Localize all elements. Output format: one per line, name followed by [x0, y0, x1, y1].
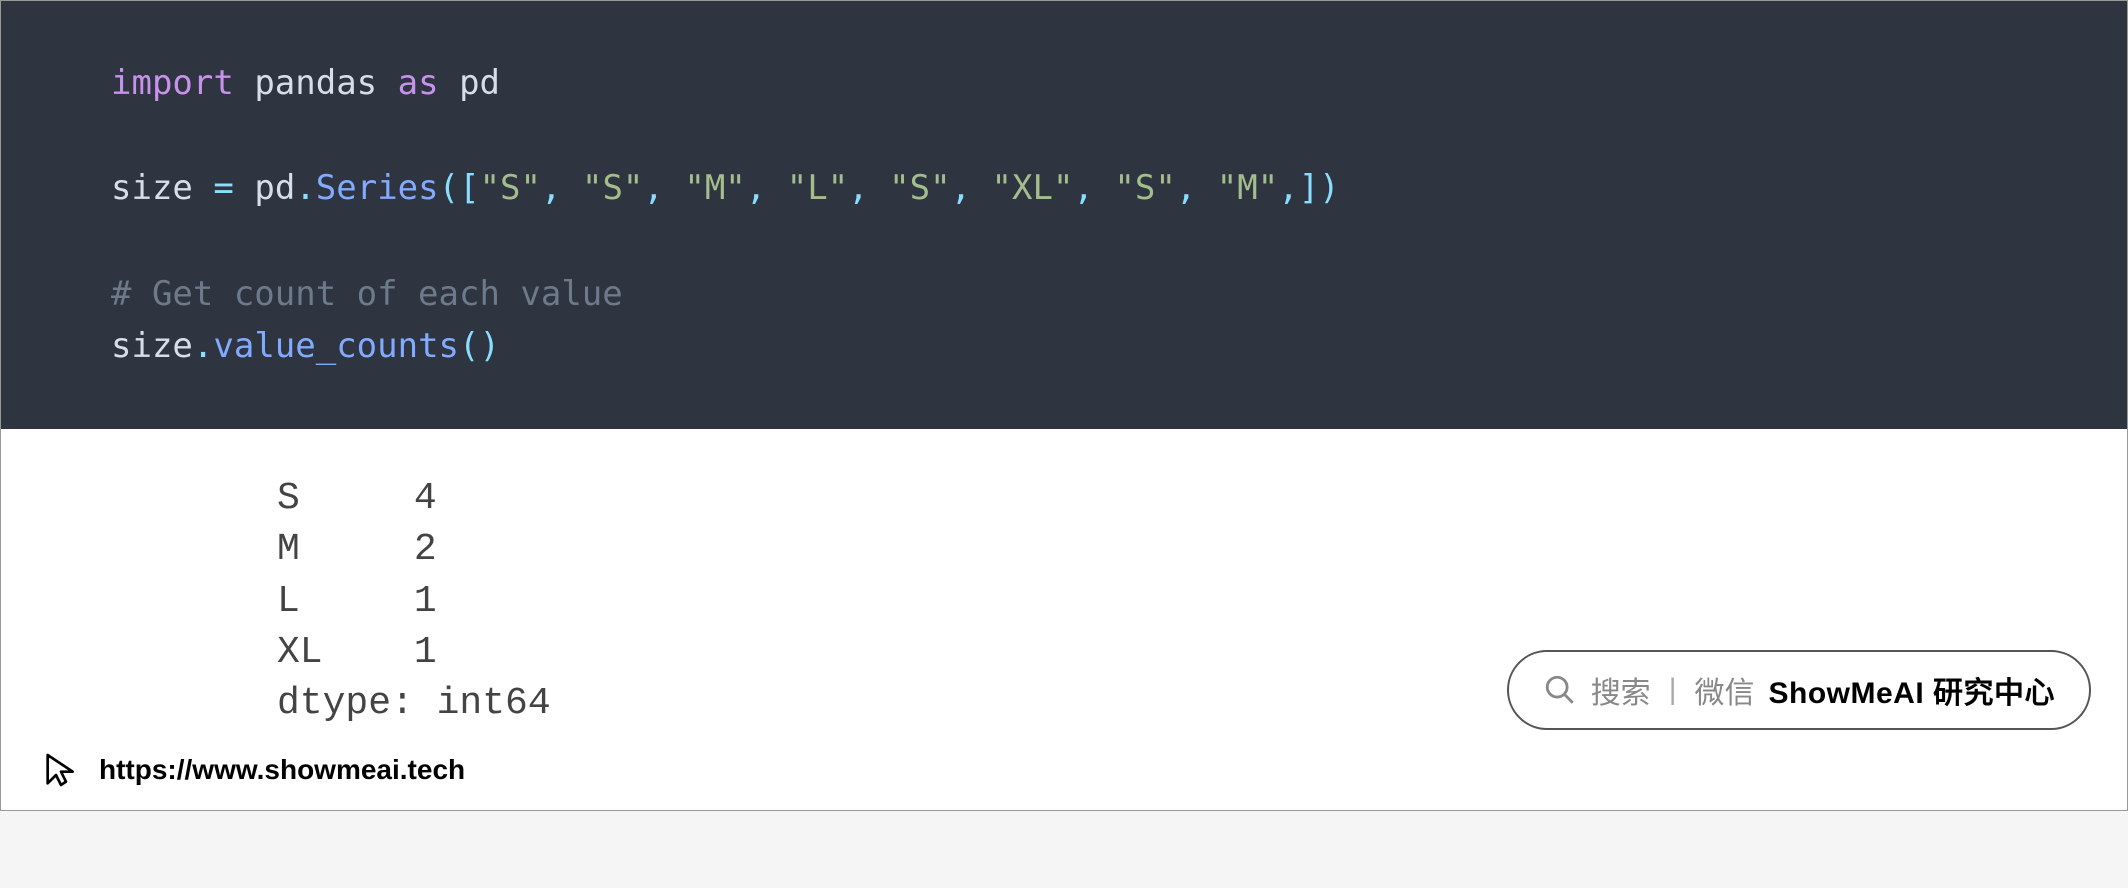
- separator: |: [1665, 673, 1681, 707]
- str-lit: "M": [684, 168, 745, 208]
- comma: ,: [1073, 168, 1093, 208]
- search-pill[interactable]: 搜索 | 微信 ShowMeAI 研究中心: [1507, 650, 2091, 730]
- str-lit: "S": [889, 168, 950, 208]
- comma: ,: [951, 168, 971, 208]
- lparen: (: [459, 326, 479, 366]
- dot: .: [295, 168, 315, 208]
- comma: ,: [541, 168, 561, 208]
- output-rows: S 4 M 2 L 1 XL 1: [277, 477, 437, 674]
- func-value-counts: value_counts: [213, 326, 459, 366]
- obj-name: size: [111, 326, 193, 366]
- obj-name: pd: [254, 168, 295, 208]
- sp: [664, 168, 684, 208]
- search-label: 搜索: [1591, 668, 1651, 712]
- rparen: ): [480, 326, 500, 366]
- keyword-as: as: [398, 63, 439, 103]
- equals-op: =: [213, 168, 233, 208]
- brand-label: ShowMeAI 研究中心: [1768, 668, 2055, 712]
- sp: [869, 168, 889, 208]
- footer: https://www.showmeai.tech: [1, 740, 2127, 810]
- rparen: ): [1319, 168, 1339, 208]
- str-lit: "S": [582, 168, 643, 208]
- code-comment: # Get count of each value: [111, 274, 623, 314]
- sp: [971, 168, 991, 208]
- str-lit: "M": [1217, 168, 1278, 208]
- str-lit: "XL": [992, 168, 1074, 208]
- code-line-3: size = pd.Series(["S", "S", "M", "L", "S…: [111, 168, 1340, 208]
- var-name: size: [111, 168, 193, 208]
- str-lit: "L": [787, 168, 848, 208]
- lparen: (: [439, 168, 459, 208]
- sp: [1094, 168, 1114, 208]
- module-name: pandas: [254, 63, 377, 103]
- footer-url[interactable]: https://www.showmeai.tech: [99, 754, 465, 786]
- lbracket: [: [459, 168, 479, 208]
- comma: ,: [1176, 168, 1196, 208]
- comma: ,: [746, 168, 766, 208]
- comma: ,: [643, 168, 663, 208]
- rbracket: ]: [1299, 168, 1319, 208]
- code-line-6: size.value_counts(): [111, 326, 500, 366]
- cursor-icon: [41, 750, 81, 790]
- keyword-import: import: [111, 63, 234, 103]
- document-card: import pandas as pd size = pd.Series(["S…: [0, 0, 2128, 811]
- str-lit: "S": [1114, 168, 1175, 208]
- output-dtype: dtype: int64: [277, 682, 551, 725]
- code-line-1: import pandas as pd: [111, 63, 500, 103]
- sp: [1196, 168, 1216, 208]
- sp: [766, 168, 786, 208]
- search-icon: [1543, 673, 1577, 707]
- wechat-label: 微信: [1694, 668, 1754, 712]
- func-series: Series: [316, 168, 439, 208]
- sp: [561, 168, 581, 208]
- url-row: https://www.showmeai.tech: [41, 750, 465, 790]
- str-lit: "S": [480, 168, 541, 208]
- comma: ,: [848, 168, 868, 208]
- dot: .: [193, 326, 213, 366]
- alias-name: pd: [459, 63, 500, 103]
- code-block: import pandas as pd size = pd.Series(["S…: [1, 1, 2127, 429]
- comma: ,: [1278, 168, 1298, 208]
